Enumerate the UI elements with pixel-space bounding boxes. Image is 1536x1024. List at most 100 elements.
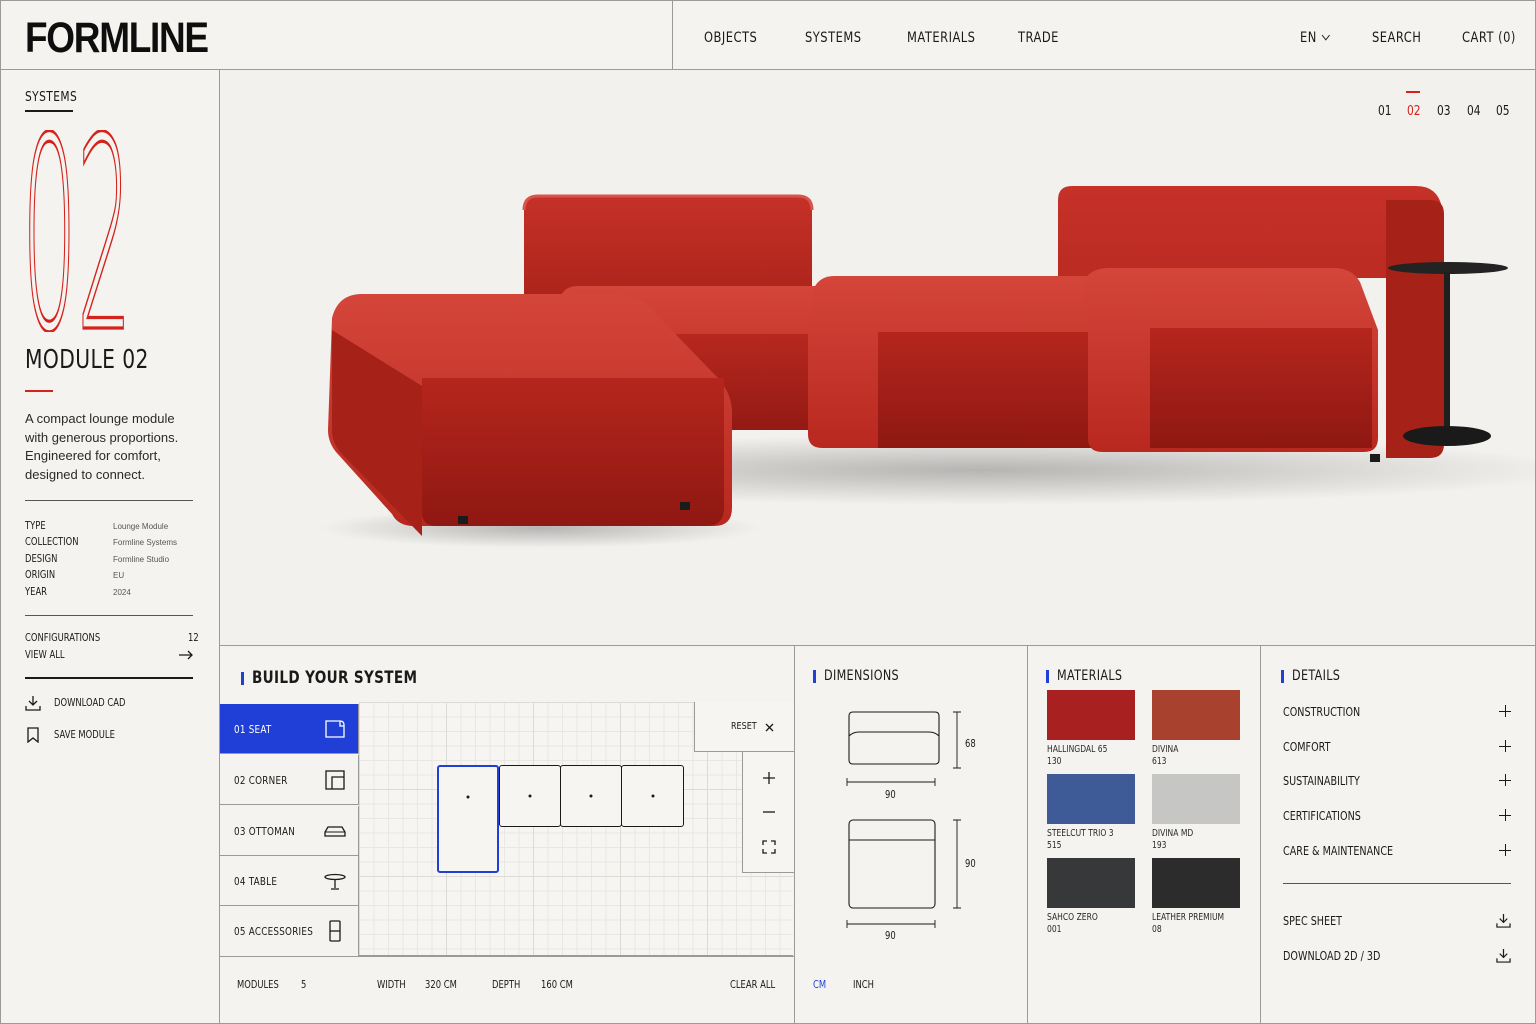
accessories-icon: [329, 920, 341, 942]
depth-label: DEPTH: [492, 979, 521, 991]
module-type-label: 03 OTTOMAN: [234, 825, 296, 838]
language-label: EN: [1300, 30, 1317, 46]
nav-materials[interactable]: MATERIALS: [907, 30, 975, 46]
material-code: 001: [1047, 924, 1062, 935]
details-heading: DETAILS: [1292, 668, 1341, 684]
materials-title: MATERIALS: [1046, 668, 1139, 684]
seat-icon: [325, 720, 345, 738]
spec-row: YEAR 2024: [25, 586, 195, 602]
placed-module[interactable]: [499, 765, 561, 827]
module-type-label: 05 ACCESSORIES: [234, 925, 314, 938]
detail-comfort[interactable]: COMFORT: [1283, 737, 1511, 757]
divider: [25, 615, 193, 616]
top-header: FORMLINE OBJECTS SYSTEMS MATERIALS TRADE…: [0, 0, 1536, 70]
module-description: A compact lounge module with generous pr…: [25, 411, 179, 482]
view-all-label: VIEW ALL: [25, 649, 65, 661]
clear-all-button[interactable]: CLEAR ALL: [730, 979, 775, 991]
material-code: 130: [1047, 756, 1062, 767]
spec-key: COLLECTION: [25, 536, 79, 549]
placed-module-selected[interactable]: [437, 765, 499, 873]
spec-value: 2024: [113, 587, 131, 597]
material-name: LEATHER PREMIUM: [1152, 912, 1225, 923]
save-module-button[interactable]: SAVE MODULE: [25, 727, 130, 743]
material-swatch-leather[interactable]: [1152, 858, 1240, 908]
download-icon: [1496, 913, 1511, 928]
material-name: SAHCO ZERO: [1047, 912, 1098, 923]
modules-value: 5: [301, 979, 307, 991]
placed-module[interactable]: [621, 765, 684, 827]
material-code: 613: [1152, 756, 1167, 767]
details-title: DETAILS: [1281, 668, 1352, 684]
spec-sheet-download[interactable]: SPEC SHEET: [1283, 911, 1511, 931]
nav-objects[interactable]: OBJECTS: [704, 30, 757, 46]
brand-logo[interactable]: FORMLINE: [25, 14, 209, 63]
header-divider: [672, 0, 673, 70]
save-module-label: SAVE MODULE: [54, 729, 115, 741]
module-type-corner[interactable]: 02 CORNER: [220, 755, 359, 805]
unit-cm-toggle[interactable]: CM: [813, 979, 826, 991]
module-type-table[interactable]: 04 TABLE: [220, 856, 359, 906]
material-swatch-sahco[interactable]: [1047, 858, 1135, 908]
width-label: WIDTH: [377, 979, 406, 991]
plus-icon: [1499, 705, 1511, 717]
zoom-in-icon[interactable]: [763, 772, 775, 784]
download-icon: [25, 696, 41, 711]
spec-key: TYPE: [25, 520, 46, 532]
spec-key: YEAR: [25, 585, 48, 598]
title-marker: [241, 671, 244, 685]
material-code: 515: [1047, 840, 1062, 851]
cart-link[interactable]: CART (0): [1462, 30, 1516, 46]
build-system-panel: BUILD YOUR SYSTEM 01 SEAT 02 CORNER 03 O…: [220, 646, 795, 1024]
front-height-value: 68: [965, 738, 976, 750]
nav-trade[interactable]: TRADE: [1018, 30, 1059, 46]
configurations-count: 12: [187, 632, 199, 644]
material-caption: STEELCUT TRIO 3 515: [1047, 828, 1114, 852]
configurations-link[interactable]: CONFIGURATIONS 12 VIEW ALL: [25, 632, 198, 666]
modules-label: MODULES: [237, 979, 279, 991]
build-system-title: BUILD YOUR SYSTEM: [241, 668, 459, 688]
placed-module[interactable]: [560, 765, 622, 827]
material-swatch-hallingdal[interactable]: [1047, 690, 1135, 740]
download-cad-button[interactable]: DOWNLOAD CAD: [25, 695, 143, 711]
download-2d-3d[interactable]: DOWNLOAD 2D / 3D: [1283, 946, 1511, 966]
module-type-label: 01 SEAT: [234, 723, 272, 736]
width-value: 320 CM: [425, 979, 457, 991]
top-depth-value: 90: [965, 858, 976, 870]
material-swatch-divina[interactable]: [1152, 690, 1240, 740]
material-swatch-divina-md[interactable]: [1152, 774, 1240, 824]
bookmark-icon: [27, 727, 39, 743]
detail-construction[interactable]: CONSTRUCTION: [1283, 702, 1511, 722]
layout-grid-canvas[interactable]: RESET: [359, 702, 794, 956]
spec-list: TYPE Lounge Module COLLECTION Formline Sys…: [25, 520, 195, 602]
spec-value: Lounge Module: [113, 522, 169, 531]
spec-key: DESIGN: [25, 552, 58, 565]
zoom-out-icon[interactable]: [763, 806, 775, 818]
detail-certifications[interactable]: CERTIFICATIONS: [1283, 806, 1511, 826]
table-icon: [324, 873, 346, 890]
detail-care-maintenance[interactable]: CARE & MAINTENANCE: [1283, 841, 1511, 861]
spec-row: TYPE Lounge Module: [25, 520, 195, 536]
spec-value: Formline Studio: [113, 554, 170, 564]
module-type-label: 02 CORNER: [234, 774, 288, 787]
detail-sustainability[interactable]: SUSTAINABILITY: [1283, 771, 1511, 791]
unit-inch-toggle[interactable]: INCH: [853, 979, 874, 991]
module-number-display: 02: [20, 130, 133, 332]
spec-row: COLLECTION Formline Systems: [25, 536, 195, 552]
title-marker: [813, 669, 816, 683]
material-code: 08: [1152, 924, 1162, 935]
reset-button[interactable]: RESET: [694, 702, 794, 752]
nav-systems[interactable]: SYSTEMS: [805, 30, 861, 46]
title-marker: [1281, 669, 1284, 683]
section-underline: [25, 110, 73, 112]
fit-screen-icon[interactable]: [762, 840, 776, 854]
language-selector[interactable]: EN: [1300, 30, 1330, 46]
title-marker: [1046, 669, 1049, 683]
module-type-seat[interactable]: 01 SEAT: [220, 704, 359, 754]
module-handle: [651, 794, 654, 798]
materials-heading: MATERIALS: [1057, 668, 1123, 684]
search-link[interactable]: SEARCH: [1372, 30, 1421, 46]
module-type-ottoman[interactable]: 03 OTTOMAN: [220, 806, 359, 856]
module-type-accessories[interactable]: 05 ACCESSORIES: [220, 906, 359, 956]
material-swatch-steelcut[interactable]: [1047, 774, 1135, 824]
module-handle: [466, 795, 470, 799]
